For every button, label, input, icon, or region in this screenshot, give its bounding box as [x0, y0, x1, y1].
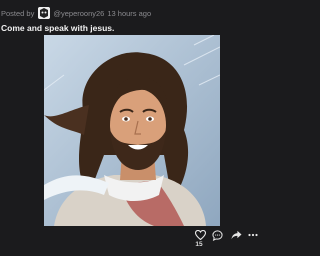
- username-link[interactable]: @yeperoony26: [53, 9, 104, 18]
- post-actions: 15: [188, 228, 258, 248]
- post-header: Posted by @yeperoony26 13 hours ago: [0, 5, 256, 21]
- avatar[interactable]: [38, 7, 51, 19]
- share-button[interactable]: [229, 228, 243, 242]
- like-count: 15: [195, 241, 203, 248]
- post-image[interactable]: [44, 35, 220, 226]
- timestamp: 13 hours ago: [107, 8, 152, 18]
- share-icon: [231, 230, 241, 240]
- post-title: Come and speak with jesus.: [1, 23, 115, 33]
- heart-icon: [194, 230, 206, 240]
- like-button[interactable]: [193, 228, 207, 242]
- more-button[interactable]: [246, 228, 260, 242]
- comment-button[interactable]: [210, 228, 224, 242]
- more-icon: [248, 233, 258, 237]
- comment-icon: [211, 229, 223, 241]
- posted-by-label: Posted by: [1, 8, 35, 18]
